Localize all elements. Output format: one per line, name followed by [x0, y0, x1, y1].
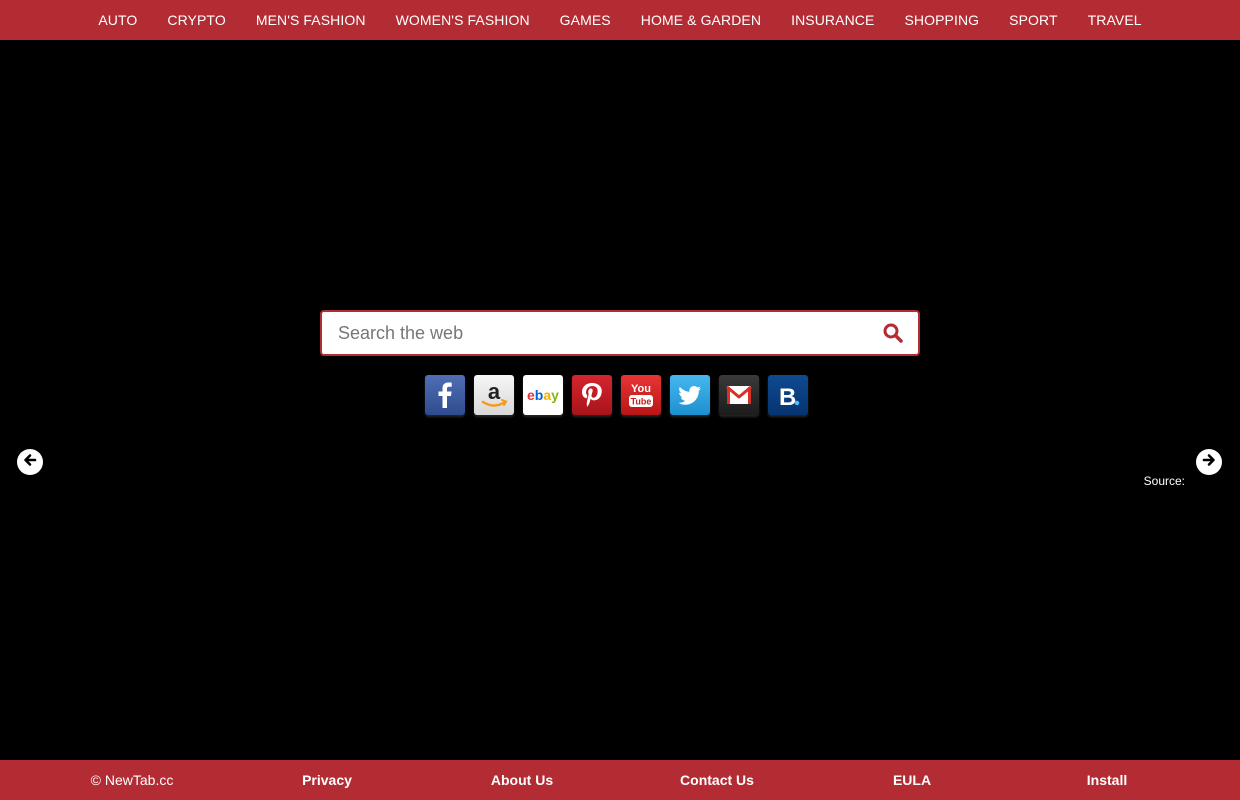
nav-item-travel[interactable]: TRAVEL	[1073, 12, 1157, 28]
nav-item-games[interactable]: GAMES	[545, 12, 626, 28]
twitter-icon[interactable]	[670, 375, 710, 415]
ebay-icon[interactable]: ebay	[523, 375, 563, 415]
svg-text:B: B	[779, 384, 796, 411]
svg-text:You: You	[631, 383, 651, 395]
search-icon[interactable]	[882, 322, 904, 344]
nav-item-womens-fashion[interactable]: WOMEN'S FASHION	[381, 12, 545, 28]
booking-icon[interactable]: B	[768, 375, 808, 415]
nav-item-sport[interactable]: SPORT	[994, 12, 1072, 28]
install-link[interactable]: Install	[1087, 772, 1127, 788]
svg-text:ebay: ebay	[527, 387, 559, 403]
copyright-text: © NewTab.cc	[90, 772, 174, 788]
nav-item-crypto[interactable]: CRYPTO	[152, 12, 240, 28]
arrow-left-icon	[22, 452, 38, 473]
contact-us-link[interactable]: Contact Us	[680, 772, 754, 788]
search-box	[320, 310, 920, 356]
nav-item-auto[interactable]: AUTO	[83, 12, 152, 28]
privacy-link[interactable]: Privacy	[302, 772, 352, 788]
arrow-right-icon	[1201, 452, 1217, 473]
amazon-icon[interactable]: a	[474, 375, 514, 415]
nav-item-home-garden[interactable]: HOME & GARDEN	[626, 12, 776, 28]
next-slide-button[interactable]	[1196, 449, 1222, 475]
about-us-link[interactable]: About Us	[491, 772, 553, 788]
pinterest-icon[interactable]	[572, 375, 612, 415]
category-nav: AUTO CRYPTO MEN'S FASHION WOMEN'S FASHIO…	[0, 0, 1240, 40]
footer-bar: © NewTab.cc Privacy About Us Contact Us …	[0, 760, 1240, 800]
nav-item-shopping[interactable]: SHOPPING	[889, 12, 994, 28]
search-input[interactable]	[322, 312, 862, 354]
svg-text:a: a	[488, 379, 501, 404]
nav-item-insurance[interactable]: INSURANCE	[776, 12, 889, 28]
svg-text:Tube: Tube	[631, 397, 652, 407]
eula-link[interactable]: EULA	[893, 772, 931, 788]
facebook-icon[interactable]	[425, 375, 465, 415]
shortcut-bar: a ebay You Tube B	[425, 375, 808, 415]
gmail-icon[interactable]	[719, 375, 759, 415]
youtube-icon[interactable]: You Tube	[621, 375, 661, 415]
prev-slide-button[interactable]	[17, 449, 43, 475]
nav-item-mens-fashion[interactable]: MEN'S FASHION	[241, 12, 381, 28]
image-source-label: Source:	[1143, 474, 1185, 488]
